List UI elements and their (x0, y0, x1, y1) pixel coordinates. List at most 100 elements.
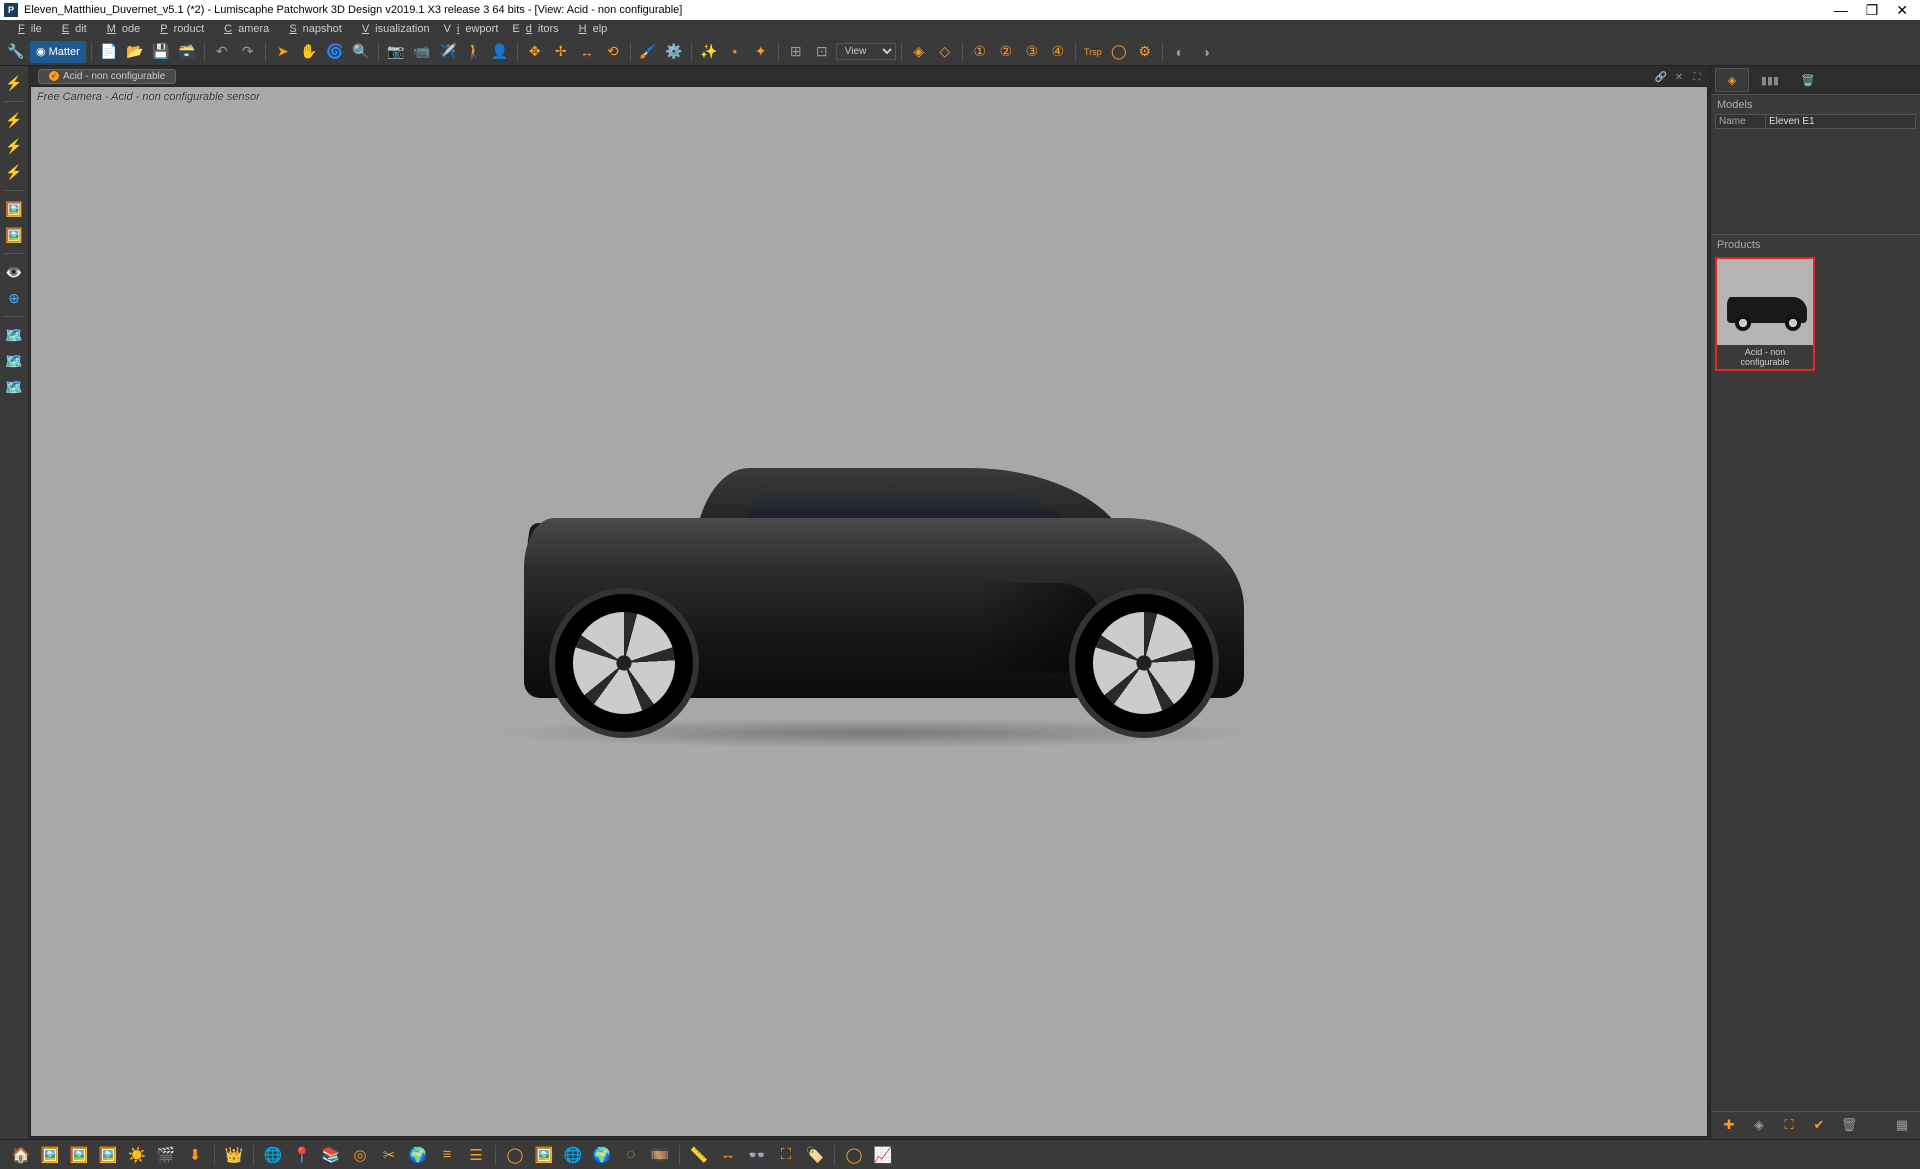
picture2-icon[interactable]: 🗺️ (2, 350, 26, 372)
flash2-icon[interactable]: ⚡ (2, 135, 26, 157)
tag-icon[interactable]: 🏷️ (802, 1142, 828, 1168)
numpad2-icon[interactable]: ② (994, 40, 1018, 64)
move2-icon[interactable]: ✢ (549, 40, 573, 64)
rotate-icon[interactable]: ⟲ (601, 40, 625, 64)
sun-icon[interactable]: ☀️ (124, 1142, 150, 1168)
maximize-button[interactable]: ❐ (1866, 2, 1879, 19)
home-icon[interactable]: 🏠 (8, 1142, 34, 1168)
add-product-icon[interactable]: ✚ (1717, 1113, 1741, 1137)
grid2-icon[interactable]: ⊡ (810, 40, 834, 64)
gear-icon[interactable]: ⚙️ (662, 40, 686, 64)
menu-visualization[interactable]: Visualization (350, 22, 436, 36)
image-icon[interactable]: 🖼️ (2, 198, 26, 220)
product-thumb[interactable]: Acid - non configurable (1715, 257, 1815, 371)
power-flash-icon[interactable]: ⚡ (2, 72, 26, 94)
ring-icon[interactable]: ◯ (841, 1142, 867, 1168)
image2-icon[interactable]: 🖼️ (2, 224, 26, 246)
matter-button[interactable]: ◉Matter (30, 41, 86, 63)
globe3-icon[interactable]: 🌐 (560, 1142, 586, 1168)
expand-icon[interactable]: ⛶ (1690, 70, 1704, 84)
fullscreen-icon[interactable]: ⛶ (773, 1142, 799, 1168)
grid-view-icon[interactable]: ▦ (1890, 1113, 1914, 1137)
menu-file[interactable]: File (6, 22, 48, 36)
film-icon[interactable]: 🎞️ (647, 1142, 673, 1168)
viewport-3d[interactable]: Free Camera - Acid - non configurable se… (30, 86, 1708, 1137)
picture-icon[interactable]: 🗺️ (2, 324, 26, 346)
view-select[interactable]: View (836, 43, 896, 60)
flash-edit-icon[interactable]: ⚡ (2, 109, 26, 131)
minimize-button[interactable]: — (1834, 2, 1848, 19)
wand-icon[interactable]: ✨ (697, 40, 721, 64)
target-icon[interactable]: ◎ (347, 1142, 373, 1168)
pin-icon[interactable]: 📍 (289, 1142, 315, 1168)
cross-icon[interactable]: ✕ (1672, 70, 1686, 84)
check2-icon[interactable]: ✔ (1807, 1113, 1831, 1137)
clapper-icon[interactable]: 🎬 (153, 1142, 179, 1168)
save-icon[interactable]: 💾 (149, 40, 173, 64)
wand3-icon[interactable]: ✦ (749, 40, 773, 64)
zoom-icon[interactable]: 🔍 (349, 40, 373, 64)
pointer-icon[interactable]: ➤ (271, 40, 295, 64)
list-icon[interactable]: ☰ (463, 1142, 489, 1168)
diamond2-icon[interactable]: ◇ (933, 40, 957, 64)
person-icon[interactable]: 👤 (488, 40, 512, 64)
camera2-icon[interactable]: 📹 (410, 40, 434, 64)
close-button[interactable]: ✕ (1896, 2, 1908, 19)
diamond1-icon[interactable]: ◈ (907, 40, 931, 64)
crown-icon[interactable]: 👑 (221, 1142, 247, 1168)
gear2-icon[interactable]: ⚙ (1133, 40, 1157, 64)
menu-help[interactable]: Help (567, 22, 614, 36)
panel-tab-library[interactable]: ▮▮▮ (1753, 68, 1787, 92)
chart-icon[interactable]: 📈 (870, 1142, 896, 1168)
add-icon[interactable]: ⊕ (2, 287, 26, 309)
menu-editors[interactable]: Editors (506, 22, 564, 36)
globe2-icon[interactable]: 🌍 (405, 1142, 431, 1168)
menu-product[interactable]: Product (148, 22, 210, 36)
glasses-icon[interactable]: 👓 (744, 1142, 770, 1168)
undo-icon[interactable]: ↶ (210, 40, 234, 64)
snapshot3-icon[interactable]: 🖼️ (95, 1142, 121, 1168)
redo-icon[interactable]: ↷ (236, 40, 260, 64)
numpad4-icon[interactable]: ④ (1046, 40, 1070, 64)
globe4-icon[interactable]: 🌍 (589, 1142, 615, 1168)
eye-icon[interactable]: 👁️ (2, 261, 26, 283)
menu-edit[interactable]: Edit (50, 22, 93, 36)
trsp-button[interactable]: Trsp (1081, 47, 1105, 57)
picture4-icon[interactable]: 🖼️ (531, 1142, 557, 1168)
numpad1-icon[interactable]: ① (968, 40, 992, 64)
download-icon[interactable]: ⬇ (182, 1142, 208, 1168)
sphere-icon[interactable]: ◯ (1107, 40, 1131, 64)
open-folder-icon[interactable]: 📂 (123, 40, 147, 64)
orbit-icon[interactable]: 🌀 (323, 40, 347, 64)
link-icon[interactable]: 🔗 (1654, 70, 1668, 84)
badge-icon[interactable]: ◐ (1168, 40, 1192, 64)
menu-snapshot[interactable]: Snapshot (277, 22, 348, 36)
panel-tab-product[interactable]: ◈ (1715, 68, 1749, 92)
move-icon[interactable]: ✥ (523, 40, 547, 64)
panel-tab-trash[interactable]: 🗑️ (1791, 68, 1825, 92)
menu-camera[interactable]: Camera (212, 22, 275, 36)
delete-icon[interactable]: 🗑 (1837, 1113, 1861, 1137)
flash3-icon[interactable]: ⚡ (2, 161, 26, 183)
snapshot2-icon[interactable]: 🖼️ (66, 1142, 92, 1168)
viewport-tab-active[interactable]: ✓ Acid - non configurable (38, 69, 176, 84)
snapshot-icon[interactable]: 🖼️ (37, 1142, 63, 1168)
layers-icon[interactable]: 📚 (318, 1142, 344, 1168)
badge2-icon[interactable]: ◑ (1194, 40, 1218, 64)
new-file-icon[interactable]: 📄 (97, 40, 121, 64)
model-row[interactable]: Name Eleven E1 (1711, 113, 1920, 130)
save-as-icon[interactable]: 🗃️ (175, 40, 199, 64)
plane-icon[interactable]: ✈️ (436, 40, 460, 64)
menu-mode[interactable]: Mode (95, 22, 147, 36)
hand-icon[interactable]: ✋ (297, 40, 321, 64)
ruler-icon[interactable]: 📏 (686, 1142, 712, 1168)
wrench-icon[interactable]: 🔧 (4, 40, 28, 64)
camera1-icon[interactable]: 📷 (384, 40, 408, 64)
measure-icon[interactable]: ↔ (715, 1142, 741, 1168)
diamond-icon[interactable]: ◈ (1747, 1113, 1771, 1137)
numpad3-icon[interactable]: ③ (1020, 40, 1044, 64)
move3-icon[interactable]: ↔ (575, 40, 599, 64)
walk-icon[interactable]: 🚶 (462, 40, 486, 64)
circle-target-icon[interactable]: ◯ (502, 1142, 528, 1168)
focus-icon[interactable]: ⛶ (1777, 1113, 1801, 1137)
